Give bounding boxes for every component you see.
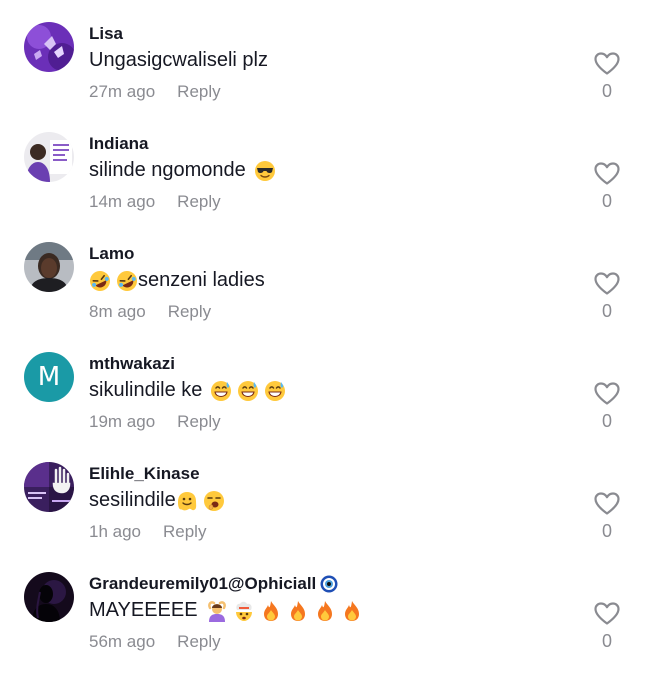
username-text[interactable]: Grandeuremily01@Ophiciall [89, 574, 316, 594]
comment-meta: 27m ago Reply [89, 82, 221, 102]
comment-time: 1h ago [89, 522, 141, 541]
rolling-on-floor-laughing-emoji-icon [90, 270, 110, 291]
avatar[interactable] [24, 462, 74, 512]
grinning-face-with-sweat-emoji-icon [238, 380, 259, 401]
comment-meta: 8m ago Reply [89, 302, 211, 322]
avatar[interactable] [24, 572, 74, 622]
comment-username[interactable]: Grandeuremily01@Ophiciall [89, 574, 338, 594]
avatar[interactable] [24, 132, 74, 182]
comment-text-content: senzeni ladies [138, 269, 265, 291]
comment-item: Lisa Ungasigcwaliseli plz 27m ago Reply 0 [0, 0, 657, 110]
avatar-letter: M [37, 362, 61, 392]
rolling-on-floor-laughing-emoji-icon [117, 270, 137, 291]
reply-button[interactable]: Reply [177, 412, 220, 431]
fire-emoji-icon [263, 600, 278, 621]
like-control: 0 [592, 602, 622, 652]
comment-item: Grandeuremily01@Ophiciall MAYEEEEE 56m a… [0, 550, 657, 660]
username-text[interactable]: Lisa [89, 24, 123, 44]
username-text[interactable]: Indiana [89, 134, 149, 154]
woman-with-flyer-photo-icon [24, 132, 74, 182]
comment-time: 19m ago [89, 412, 156, 431]
fire-emoji-icon [344, 600, 359, 621]
comment-username[interactable]: Elihle_Kinase [89, 464, 200, 484]
comment-username[interactable]: mthwakazi [89, 354, 175, 374]
comment-meta: 19m ago Reply [89, 412, 221, 432]
comment-text: MAYEEEEE [89, 599, 368, 622]
grinning-face-with-sweat-emoji-icon [211, 380, 232, 401]
melting-face-emoji-icon [177, 491, 196, 510]
comment-username[interactable]: Lisa [89, 24, 123, 44]
purple-butterflies-photo-icon [24, 22, 74, 72]
yawning-face-emoji-icon [203, 490, 224, 511]
like-control: 0 [592, 272, 622, 322]
avatar[interactable]: M [24, 352, 74, 402]
fire-emoji-icon [317, 600, 332, 621]
comment-item: M mthwakazi sikulindile ke 19m ago Reply… [0, 330, 657, 440]
heart-icon[interactable] [594, 162, 620, 186]
comment-text-content: MAYEEEEE [89, 599, 198, 621]
comment-time: 56m ago [89, 632, 156, 651]
like-count: 0 [601, 411, 612, 431]
like-control: 0 [592, 162, 622, 212]
comment-item: Lamo senzeni ladies 8m ago Reply 0 [0, 220, 657, 330]
purple-hand-poster-photo-icon [24, 462, 74, 512]
exploding-head-emoji-icon [235, 601, 252, 621]
reply-button[interactable]: Reply [177, 82, 220, 101]
heart-icon[interactable] [594, 52, 620, 76]
reply-button[interactable]: Reply [177, 192, 220, 211]
heart-icon[interactable] [594, 602, 620, 626]
heart-icon[interactable] [594, 382, 620, 406]
reply-button[interactable]: Reply [168, 302, 211, 321]
comment-meta: 1h ago Reply [89, 522, 206, 542]
username-text[interactable]: Elihle_Kinase [89, 464, 200, 484]
comment-list: Lisa Ungasigcwaliseli plz 27m ago Reply 0… [0, 0, 657, 676]
like-control: 0 [592, 492, 622, 542]
comment-meta: 14m ago Reply [89, 192, 221, 212]
comment-text-content: sikulindile ke [89, 379, 203, 401]
comment-text: senzeni ladies [89, 269, 265, 292]
like-count: 0 [601, 191, 612, 211]
comment-text: Ungasigcwaliseli plz [89, 49, 268, 72]
like-count: 0 [601, 81, 612, 101]
like-count: 0 [601, 301, 612, 321]
comment-text-content: Ungasigcwaliseli plz [89, 49, 268, 71]
smiling-face-with-sunglasses-emoji-icon [254, 160, 275, 181]
comment-text: sesilindile [89, 489, 230, 512]
comment-text: silinde ngomonde [89, 159, 281, 182]
like-control: 0 [592, 382, 622, 432]
avatar[interactable] [24, 242, 74, 292]
heart-icon[interactable] [594, 492, 620, 516]
comment-item: Indiana silinde ngomonde 14m ago Reply 0 [0, 110, 657, 220]
avatar[interactable] [24, 22, 74, 72]
like-count: 0 [601, 631, 612, 651]
comment-meta: 56m ago Reply [89, 632, 221, 652]
comment-username[interactable]: Indiana [89, 134, 149, 154]
like-control: 0 [592, 52, 622, 102]
username-text[interactable]: mthwakazi [89, 354, 175, 374]
nazar-amulet-emoji-icon [320, 575, 338, 593]
fire-emoji-icon [290, 600, 305, 621]
comment-time: 14m ago [89, 192, 156, 211]
reply-button[interactable]: Reply [163, 522, 206, 541]
heart-icon[interactable] [594, 272, 620, 296]
comment-text-content: silinde ngomonde [89, 159, 246, 181]
comment-item: Elihle_Kinase sesilindile 1h ago Reply 0 [0, 440, 657, 550]
woman-portrait-photo-icon [24, 242, 74, 292]
comment-text-content: sesilindile [89, 489, 176, 511]
comment-username[interactable]: Lamo [89, 244, 134, 264]
username-text[interactable]: Lamo [89, 244, 134, 264]
person-gesturing-ok-emoji-icon [207, 600, 226, 622]
reply-button[interactable]: Reply [177, 632, 220, 651]
comment-text: sikulindile ke [89, 379, 291, 402]
comment-time: 8m ago [89, 302, 146, 321]
grinning-face-with-sweat-emoji-icon [265, 380, 286, 401]
like-count: 0 [601, 521, 612, 541]
dark-silhouette-photo-icon [24, 572, 74, 622]
comment-time: 27m ago [89, 82, 156, 101]
